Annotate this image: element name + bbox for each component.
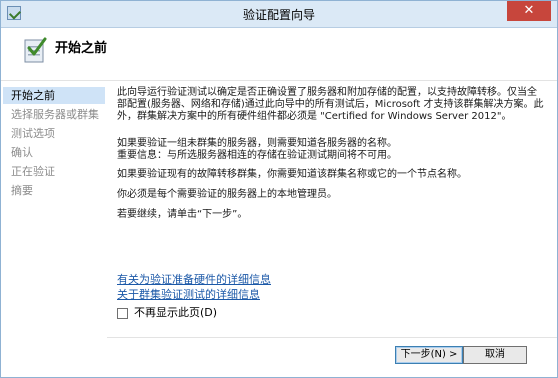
admin-requirement-paragraph: 你必须是每个需要验证的服务器上的本地管理员。 bbox=[117, 189, 337, 200]
important-note-paragraph: 重要信息：与所选服务器相连的存储在验证测试期间将不可用。 bbox=[117, 150, 397, 161]
server-names-paragraph: 如果要验证一组未群集的服务器，则需要知道各服务器的名称。 bbox=[117, 138, 397, 149]
validate-checklist-icon bbox=[24, 37, 47, 63]
wizard-steps-nav: 开始之前 选择服务器或群集 测试选项 确认 正在验证 摘要 bbox=[1, 81, 107, 377]
window-title: 验证配置向导 bbox=[242, 8, 315, 22]
main-content: 此向导运行验证测试以确定是否正确设置了服务器和附加存储的配置，以支持故障转移。仅… bbox=[107, 81, 551, 337]
nav-item-confirmation[interactable]: 确认 bbox=[3, 144, 105, 161]
close-button[interactable]: ✕ bbox=[507, 1, 551, 21]
intro-paragraph: 此向导运行验证测试以确定是否正确设置了服务器和附加存储的配置，以支持故障转移。仅… bbox=[117, 87, 544, 122]
dont-show-again-checkbox[interactable] bbox=[117, 308, 128, 319]
nav-item-testing-options[interactable]: 测试选项 bbox=[3, 125, 105, 142]
hardware-preparation-link[interactable]: 有关为验证准备硬件的详细信息 bbox=[117, 274, 271, 286]
continue-instruction-paragraph: 若要继续，请单击“下一步”。 bbox=[117, 209, 248, 220]
nav-item-select-servers[interactable]: 选择服务器或群集 bbox=[3, 106, 105, 123]
page-header: 开始之前 bbox=[1, 28, 557, 81]
page-title: 开始之前 bbox=[55, 41, 108, 56]
validation-tests-link[interactable]: 关于群集验证测试的详细信息 bbox=[117, 289, 260, 301]
dont-show-again-label: 不再显示此页(D) bbox=[134, 306, 218, 319]
cancel-button[interactable]: 取消 bbox=[463, 346, 527, 364]
nav-item-before-you-begin[interactable]: 开始之前 bbox=[3, 87, 105, 104]
nav-item-validating[interactable]: 正在验证 bbox=[3, 163, 105, 180]
nav-item-summary[interactable]: 摘要 bbox=[3, 182, 105, 199]
title-bar: 验证配置向导 ✕ bbox=[1, 1, 557, 28]
existing-cluster-paragraph: 如果要验证现有的故障转移群集，你需要知道该群集名称或它的一个节点名称。 bbox=[117, 169, 467, 180]
button-bar: 下一步(N) > 取消 bbox=[107, 337, 557, 377]
next-button[interactable]: 下一步(N) > bbox=[395, 346, 463, 364]
wizard-window: 验证配置向导 ✕ 开始之前 开始之前 选择服务器或群集 测试选项 确认 正在验证… bbox=[0, 0, 558, 378]
